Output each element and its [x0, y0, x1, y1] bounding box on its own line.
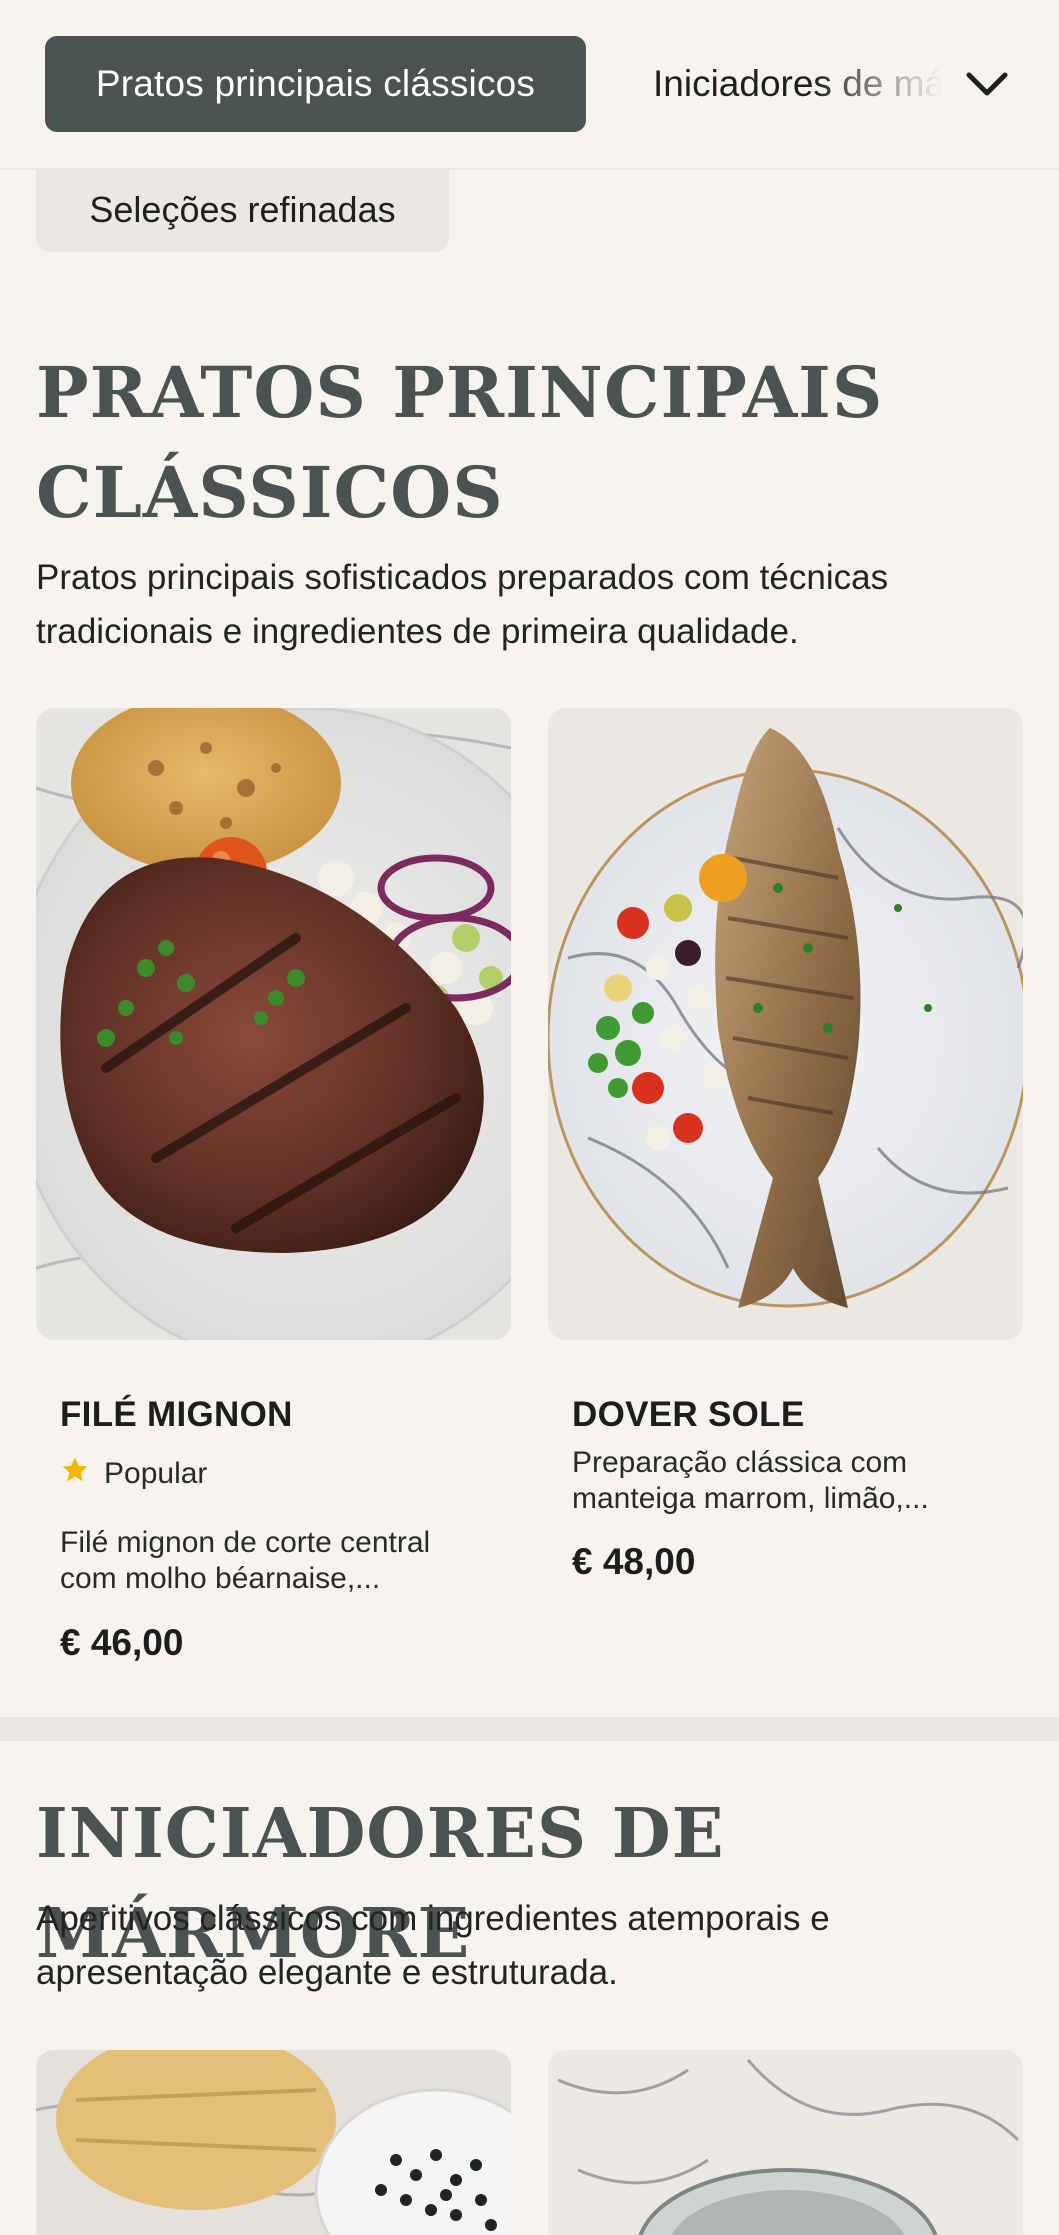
category-nav: Pratos principais clássicos Iniciadores …	[0, 0, 1059, 170]
section-title: PRATOS PRINCIPAIS	[36, 351, 884, 434]
section-divider	[0, 1717, 1059, 1741]
dish-description: Filé mignon de corte central com molho b…	[60, 1526, 431, 1595]
popular-label: Popular	[104, 1457, 208, 1490]
dish-name[interactable]: FILÉ MIGNON	[60, 1395, 293, 1435]
dish-price: € 46,00	[60, 1622, 184, 1663]
chevron-down-icon[interactable]	[960, 58, 1014, 112]
dish-price: € 48,00	[572, 1541, 696, 1582]
dish-image-starter-2[interactable]	[548, 2050, 1023, 2235]
dish-name[interactable]: DOVER SOLE	[572, 1395, 804, 1435]
tab-iniciadores[interactable]: Iniciadores de mármore	[653, 36, 943, 132]
star-icon	[60, 1455, 90, 1493]
dish-image-dover-sole[interactable]	[548, 708, 1023, 1340]
dish-image-starter-1[interactable]	[36, 2050, 511, 2235]
popular-badge: Popular	[60, 1455, 207, 1493]
section-description: Pratos principais sofisticados preparado…	[36, 558, 889, 651]
dish-image-file-mignon[interactable]	[36, 708, 511, 1340]
tab-selecoes-refinadas[interactable]: Seleções refinadas	[36, 168, 449, 252]
section-title-line2: CLÁSSICOS	[36, 451, 504, 534]
tab-pratos-principais[interactable]: Pratos principais clássicos	[45, 36, 586, 132]
section-description: Aperitivos clássicos com ingredientes at…	[36, 1899, 830, 1992]
dish-description: Preparação clássica com manteiga marrom,…	[572, 1446, 929, 1515]
